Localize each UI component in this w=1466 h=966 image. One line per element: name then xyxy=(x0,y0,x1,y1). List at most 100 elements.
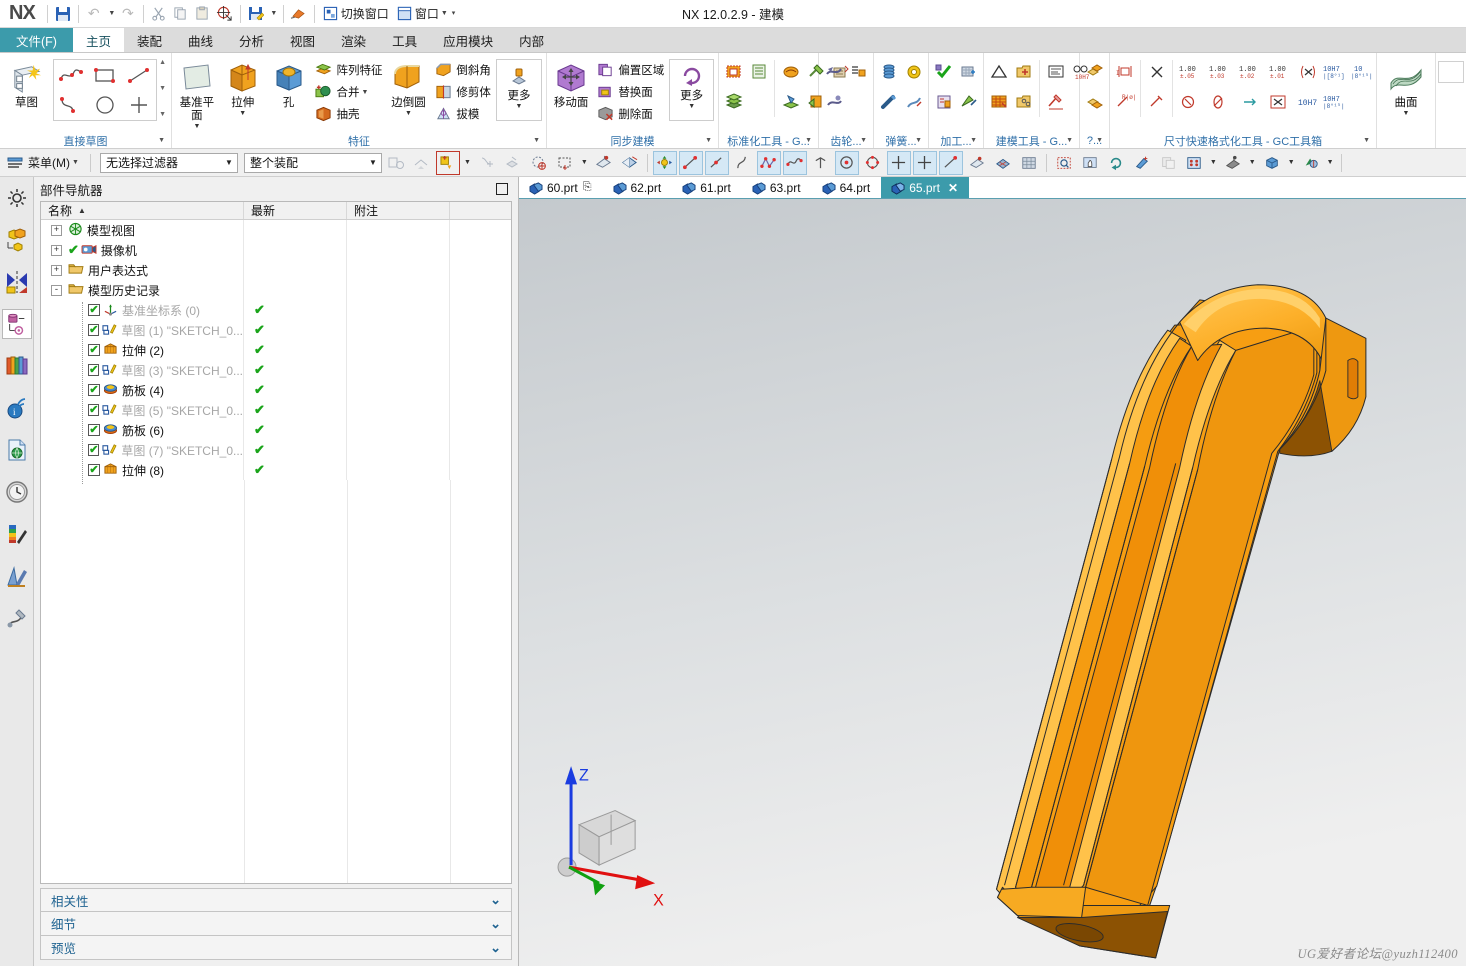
table-row[interactable]: + 用户表达式 xyxy=(41,260,511,280)
machining-tool-2-icon[interactable] xyxy=(931,93,956,111)
chevron-down-icon[interactable]: ▼ xyxy=(405,110,412,118)
render-style-icon[interactable] xyxy=(1221,151,1245,175)
visibility-checkbox[interactable] xyxy=(88,464,100,476)
chevron-down-icon[interactable]: ⌄ xyxy=(490,892,501,908)
table-row[interactable]: 基准坐标系 (0) ✔ xyxy=(41,300,511,320)
sync-more-button[interactable]: 更多 ▼ xyxy=(669,59,714,121)
document-tab-60[interactable]: 60.prt ⎘ xyxy=(519,177,603,198)
render-caret-icon[interactable]: ▼ xyxy=(1247,159,1258,166)
undo-caret-icon[interactable]: ▼ xyxy=(105,3,117,25)
mt-tool-6-icon[interactable] xyxy=(1043,93,1068,111)
df-tool-2-icon[interactable]: R|ø| xyxy=(1112,93,1137,111)
extra-tool-2-icon[interactable] xyxy=(1082,93,1107,111)
visual-caret-icon[interactable]: ▼ xyxy=(1325,159,1336,166)
df-tol-2-icon[interactable]: 1.00 ±.03 xyxy=(1206,63,1236,81)
ribbon-tab-applications[interactable]: 应用模块 xyxy=(430,28,506,52)
move-face-button[interactable]: 移动面 xyxy=(549,57,593,110)
pin-icon[interactable] xyxy=(496,183,508,195)
section-relations[interactable]: 相关性 ⌄ xyxy=(40,888,512,912)
snap-point-icon[interactable] xyxy=(435,150,460,175)
document-tab-65[interactable]: 65.prt ✕ xyxy=(881,177,969,198)
ribbon-tab-tools[interactable]: 工具 xyxy=(379,28,430,52)
ribbon-tab-file[interactable]: 文件(F) xyxy=(0,28,73,52)
df-box-x-icon[interactable] xyxy=(1266,93,1292,111)
undo-icon[interactable]: ↶ xyxy=(83,3,105,25)
sketch-curve-gallery[interactable] xyxy=(53,59,158,121)
machining-tool-1-icon[interactable] xyxy=(931,63,956,81)
immediate-hide-icon[interactable] xyxy=(618,151,642,175)
ribbon-tab-internal[interactable]: 内部 xyxy=(506,28,557,52)
gear-tool-2-icon[interactable] xyxy=(821,93,846,111)
ribbon-tab-home[interactable]: 主页 xyxy=(72,28,124,52)
visibility-checkbox[interactable] xyxy=(88,424,100,436)
gear-tool-1-icon[interactable] xyxy=(821,63,846,81)
group-expand-icon[interactable]: ▼ xyxy=(860,137,867,144)
gc-std-tool-5-icon[interactable] xyxy=(778,93,803,111)
visibility-checkbox[interactable] xyxy=(88,344,100,356)
rail-assembly-navigator-icon[interactable] xyxy=(2,183,32,213)
offset-region-button[interactable]: 偏置区域 xyxy=(593,59,667,81)
rail-feature-navigator-icon[interactable] xyxy=(1,309,32,339)
group-expand-icon[interactable]: ▼ xyxy=(970,137,977,144)
visibility-checkbox[interactable] xyxy=(88,304,100,316)
arc-icon[interactable] xyxy=(54,90,88,120)
document-tab-62[interactable]: 62.prt xyxy=(603,177,673,198)
chevron-down-icon[interactable]: ▼ xyxy=(688,103,695,111)
pan-icon[interactable] xyxy=(1078,151,1102,175)
model-canvas[interactable]: Z X UG爱好者论坛@yuzh112400 xyxy=(519,199,1466,966)
draft-button[interactable]: 拔模 xyxy=(431,103,494,125)
gallery-more-icon[interactable]: ▼ xyxy=(159,111,166,119)
save-as-caret-icon[interactable]: ▼ xyxy=(267,3,279,25)
zoom-icon[interactable] xyxy=(1130,151,1154,175)
machining-tool-3-icon[interactable] xyxy=(956,63,981,81)
df-tol-4-icon[interactable]: 1.00 ±.01 xyxy=(1266,63,1296,81)
mt-tool-4-icon[interactable] xyxy=(1011,93,1036,111)
df-tool-1-icon[interactable]: I xyxy=(1112,63,1137,81)
group-expand-icon[interactable]: ▼ xyxy=(705,137,712,144)
expander-icon[interactable]: - xyxy=(51,284,62,296)
spline-icon[interactable] xyxy=(54,60,88,90)
circle-center-icon[interactable] xyxy=(834,150,859,175)
part-navigator-tree[interactable]: 名称 ▲ 最新 附注 + 模型视图 + ✔ 摄像机 + 用户表达式 - 模型历史… xyxy=(40,201,512,884)
table-row[interactable]: - 模型历史记录 xyxy=(41,280,511,300)
df-10h7-b-icon[interactable]: 10H7 |8°¹⁵| xyxy=(1322,93,1350,111)
visibility-checkbox[interactable] xyxy=(88,384,100,396)
gc-std-tool-1-icon[interactable] xyxy=(721,63,746,81)
group-expand-icon[interactable]: ▼ xyxy=(533,137,540,144)
feature-more-button[interactable]: 更多 ▼ xyxy=(495,59,543,121)
select-general-icon[interactable] xyxy=(384,151,408,175)
visibility-checkbox[interactable] xyxy=(88,444,100,456)
line2-icon[interactable] xyxy=(704,150,729,175)
sketch-button[interactable]: 草图 xyxy=(2,57,51,110)
orient-caret-icon[interactable]: ▼ xyxy=(1286,159,1297,166)
visibility-checkbox[interactable] xyxy=(88,404,100,416)
chevron-down-icon[interactable]: ▼ xyxy=(369,158,377,167)
table-row[interactable]: 草图 (3) "SKETCH_0... ✔ xyxy=(41,360,511,380)
extrude-button[interactable]: 拉伸 ▼ xyxy=(220,57,266,118)
gallery-scroll[interactable]: ▲ ▼ ▼ xyxy=(157,57,169,119)
chevron-down-icon[interactable]: ▼ xyxy=(225,158,233,167)
column-header-name[interactable]: 名称 ▲ xyxy=(41,202,244,219)
unite-button[interactable]: 合并 ▼ xyxy=(312,81,386,103)
surface-button[interactable]: 曲面 ▼ xyxy=(1379,57,1433,118)
extra-tool-1-icon[interactable] xyxy=(1082,63,1107,81)
mt-tool-2-icon[interactable] xyxy=(986,93,1011,111)
rail-hd3d-icon[interactable]: i xyxy=(2,393,32,423)
chevron-down-icon[interactable]: ▼ xyxy=(515,103,522,111)
trim-body-button[interactable]: 修剪体 xyxy=(431,81,494,103)
rail-system-scenes-icon[interactable] xyxy=(2,561,32,591)
section-details[interactable]: 细节 ⌄ xyxy=(40,912,512,936)
spring-tool-4-icon[interactable] xyxy=(901,93,926,111)
mesh-icon[interactable] xyxy=(991,151,1015,175)
expander-icon[interactable]: + xyxy=(51,224,62,236)
table-row[interactable]: 草图 (1) "SKETCH_0... ✔ xyxy=(41,320,511,340)
spline-icon[interactable] xyxy=(731,151,755,175)
chevron-down-icon[interactable]: ▼ xyxy=(1403,110,1410,118)
gc-std-tool-4-icon[interactable] xyxy=(778,63,803,81)
rail-part-navigator-icon[interactable] xyxy=(2,225,32,255)
rail-system-materials-icon[interactable] xyxy=(2,519,32,549)
df-tol-1-icon[interactable]: 1.00 ±.05 xyxy=(1176,63,1206,81)
wave-icon[interactable] xyxy=(782,150,807,175)
gc-std-tool-2-icon[interactable] xyxy=(721,93,746,111)
df-tol-6-icon[interactable] xyxy=(1206,93,1236,111)
